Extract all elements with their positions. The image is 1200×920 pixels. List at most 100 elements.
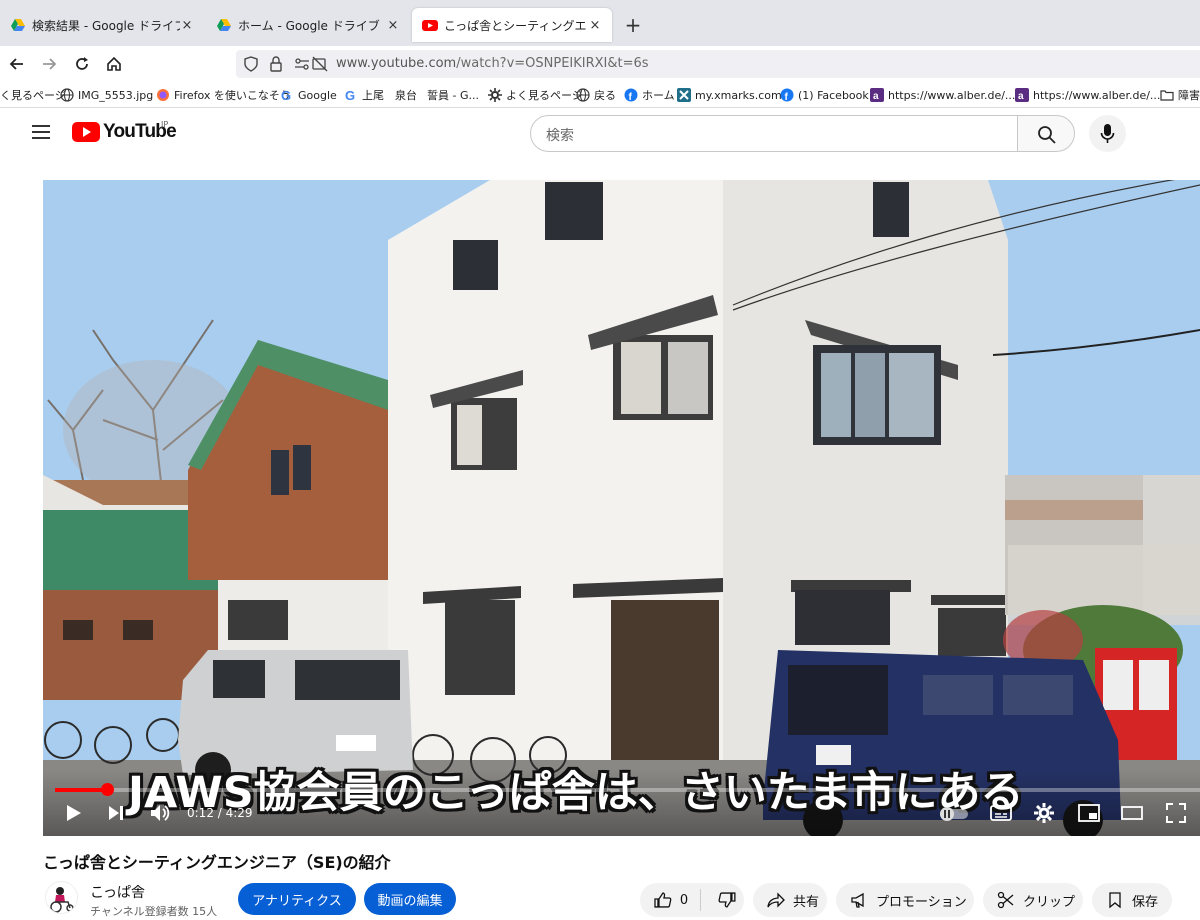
- facebook-icon: f: [780, 88, 794, 102]
- video-frame-image: [43, 180, 1200, 836]
- bookmark-label: IMG_5553.jpg: [78, 88, 154, 102]
- progress-bar[interactable]: [55, 783, 1200, 796]
- bookmark-label: https://www.alber.de/...: [1033, 88, 1161, 102]
- promotion-label: プロモーション: [876, 894, 967, 910]
- tab-title: 検索結果 - Google ドライブ: [32, 18, 180, 33]
- reload-icon[interactable]: [72, 54, 92, 74]
- bookmark-label: Firefox を使いこなそう: [174, 89, 291, 102]
- navigation-bar: www.youtube.com/watch?v=OSNPEIKIRXI&t=6s: [0, 46, 1200, 82]
- bookmark-item[interactable]: a https://www.alber.de/...: [870, 87, 1015, 103]
- youtube-play-icon: [72, 122, 100, 142]
- tab-strip: 検索結果 - Google ドライブ × ホーム - Google ドライブ ×…: [0, 0, 1200, 46]
- bookmark-item[interactable]: 誓員 - G...: [427, 87, 479, 103]
- fullscreen-icon[interactable]: [1165, 802, 1187, 824]
- analytics-button[interactable]: アナリティクス: [238, 883, 356, 915]
- voice-search-button[interactable]: [1089, 115, 1126, 152]
- bookmark-label: my.xmarks.com: [695, 88, 782, 102]
- microphone-icon: [1100, 124, 1115, 143]
- search-icon: [1038, 126, 1056, 144]
- close-icon[interactable]: ×: [588, 18, 602, 33]
- tab-home[interactable]: ホーム - Google ドライブ ×: [206, 8, 410, 42]
- bookmark-item[interactable]: f ホーム: [624, 87, 675, 103]
- globe-icon: [576, 88, 590, 102]
- like-divider: [700, 889, 701, 911]
- channel-name[interactable]: こっぱ舎: [90, 882, 145, 902]
- promotion-button[interactable]: プロモーション: [836, 883, 974, 917]
- google-drive-icon: [11, 19, 25, 31]
- miniplayer-icon[interactable]: [1077, 802, 1101, 824]
- search-button[interactable]: [1017, 115, 1075, 152]
- autoplay-toggle-icon[interactable]: [938, 802, 972, 824]
- tab-youtube-video[interactable]: こっぱ舎とシーティングエンジニア（SE ×: [412, 8, 612, 42]
- save-label: 保存: [1132, 894, 1159, 910]
- subtitles-icon[interactable]: [989, 802, 1013, 824]
- bookmark-item[interactable]: く見るページ: [0, 87, 66, 103]
- share-icon: [767, 892, 785, 908]
- bookmark-label: https://www.alber.de/...: [888, 88, 1016, 102]
- video-player[interactable]: JAWS協会員のこっぱ舎は、さいたま市にある 0:12 / 4:29: [43, 180, 1200, 836]
- volume-icon[interactable]: [149, 802, 171, 824]
- shield-icon[interactable]: [244, 56, 258, 72]
- permissions-icon[interactable]: [294, 57, 310, 71]
- bookmark-item[interactable]: my.xmarks.com: [677, 87, 782, 103]
- bookmark-label: 戻る: [594, 89, 616, 102]
- tab-search-results[interactable]: 検索結果 - Google ドライブ ×: [0, 8, 204, 42]
- facebook-icon: f: [624, 88, 638, 102]
- progress-played: [55, 788, 107, 792]
- camera-blocked-icon[interactable]: [312, 56, 328, 72]
- url-text[interactable]: www.youtube.com/watch?v=OSNPEIKIRXI&t=6s: [336, 56, 649, 71]
- bookmark-item[interactable]: f (1) Facebook: [780, 87, 869, 103]
- youtube-icon: [422, 20, 438, 31]
- bookmark-item[interactable]: 泉台: [395, 87, 417, 103]
- settings-gear-icon[interactable]: [1033, 802, 1055, 824]
- browser-window: { "browser": { "tabs": [ {"title": "検索結果…: [0, 0, 1200, 920]
- alber-icon: a: [870, 88, 884, 102]
- bookmark-item[interactable]: a https://www.alber.de/...: [1015, 87, 1160, 103]
- bookmark-save-icon: [1109, 892, 1121, 909]
- lock-icon[interactable]: [270, 56, 282, 72]
- like-count: 0: [679, 892, 689, 908]
- like-dislike-group: 0: [640, 883, 744, 917]
- close-icon[interactable]: ×: [386, 18, 400, 33]
- bookmark-item[interactable]: よく見るページ: [488, 87, 583, 103]
- google-drive-icon: [217, 19, 231, 31]
- channel-avatar[interactable]: [45, 881, 78, 914]
- play-icon[interactable]: [65, 802, 83, 824]
- forward-arrow-icon[interactable]: [39, 54, 59, 74]
- bookmark-item[interactable]: 戻る: [576, 87, 616, 103]
- share-label: 共有: [793, 894, 820, 910]
- next-icon[interactable]: [107, 802, 125, 824]
- edit-video-button[interactable]: 動画の編集: [364, 883, 456, 915]
- thumbs-down-icon[interactable]: [718, 891, 736, 909]
- progress-scrubber[interactable]: [100, 783, 114, 796]
- share-button[interactable]: 共有: [753, 883, 827, 917]
- youtube-page: YouTube JP 検索 JAWS協会員のこっぱ舎は、さいたま市にある 0:1…: [0, 108, 1200, 920]
- youtube-logo[interactable]: YouTube JP: [72, 120, 177, 143]
- google-icon: G: [345, 88, 355, 102]
- clip-button[interactable]: クリップ: [983, 883, 1083, 917]
- address-bar[interactable]: www.youtube.com/watch?v=OSNPEIKIRXI&t=6s: [236, 50, 1200, 78]
- globe-icon: [60, 88, 74, 102]
- new-tab-button[interactable]: +: [622, 14, 644, 36]
- channel-avatar-image: [50, 887, 74, 913]
- thumbs-up-icon[interactable]: [654, 891, 672, 909]
- search-input[interactable]: 検索: [530, 115, 1018, 152]
- home-icon[interactable]: [104, 54, 124, 74]
- xmarks-icon: [677, 88, 691, 102]
- menu-icon[interactable]: [32, 125, 50, 139]
- theater-mode-icon[interactable]: [1120, 802, 1144, 824]
- bookmark-label: Google: [298, 88, 337, 102]
- save-button[interactable]: 保存: [1092, 883, 1172, 917]
- search-placeholder: 検索: [546, 128, 574, 144]
- bookmark-item[interactable]: IMG_5553.jpg: [60, 87, 153, 103]
- bookmark-item[interactable]: G 上尾: [344, 87, 384, 103]
- bookmark-item[interactable]: G Google: [280, 87, 337, 103]
- folder-icon: [1160, 90, 1174, 101]
- bookmark-item[interactable]: Firefox を使いこなそう: [156, 87, 291, 103]
- region-code: JP: [161, 120, 169, 129]
- gear-icon: [488, 88, 502, 102]
- back-arrow-icon[interactable]: [7, 54, 27, 74]
- close-icon[interactable]: ×: [180, 18, 194, 33]
- video-title: こっぱ舎とシーティングエンジニア（SE)の紹介: [43, 853, 391, 872]
- bookmark-folder[interactable]: 障害: [1160, 87, 1200, 103]
